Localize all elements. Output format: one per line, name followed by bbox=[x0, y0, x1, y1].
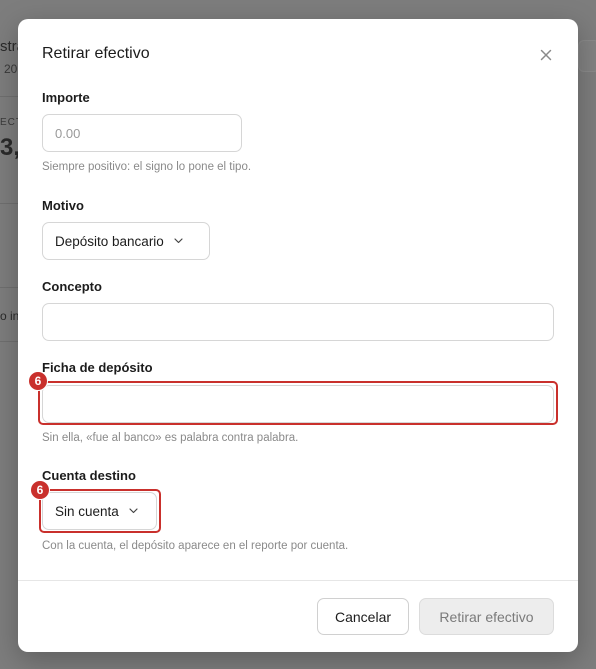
background-text: 20 bbox=[4, 62, 18, 76]
concept-input[interactable] bbox=[42, 303, 554, 341]
amount-input[interactable] bbox=[42, 114, 242, 152]
chevron-down-icon bbox=[174, 237, 183, 246]
cancel-button[interactable]: Cancelar bbox=[317, 598, 409, 635]
reason-select[interactable]: Depósito bancario bbox=[42, 222, 210, 260]
background-divider bbox=[0, 341, 20, 342]
background-text: 3, bbox=[0, 134, 21, 161]
close-icon bbox=[540, 49, 552, 61]
background-divider bbox=[0, 287, 20, 288]
destination-account-label: Cuenta destino bbox=[42, 468, 136, 483]
background-divider bbox=[0, 203, 20, 204]
deposit-slip-hint: Sin ella, «fue al banco» es palabra cont… bbox=[42, 432, 299, 444]
dialog-title: Retirar efectivo bbox=[42, 45, 150, 62]
amount-hint: Siempre positivo: el signo lo pone el ti… bbox=[42, 161, 252, 173]
reason-select-value: Depósito bancario bbox=[55, 233, 164, 249]
destination-account-hint: Con la cuenta, el depósito aparece en el… bbox=[42, 540, 349, 552]
withdraw-cash-button[interactable]: Retirar efectivo bbox=[419, 598, 554, 635]
destination-account-value: Sin cuenta bbox=[55, 503, 119, 519]
amount-label: Importe bbox=[42, 90, 90, 105]
destination-account-select[interactable]: Sin cuenta bbox=[42, 492, 157, 530]
deposit-slip-label: Ficha de depósito bbox=[42, 360, 153, 375]
chevron-down-icon bbox=[129, 507, 138, 516]
footer-divider bbox=[18, 580, 578, 581]
concept-label: Concepto bbox=[42, 279, 102, 294]
reason-label: Motivo bbox=[42, 198, 84, 213]
annotation-badge: 6 bbox=[28, 371, 48, 391]
background-divider bbox=[0, 96, 20, 97]
withdraw-cash-dialog: Retirar efectivo Importe Siempre positiv… bbox=[18, 19, 578, 652]
background-button bbox=[578, 40, 596, 72]
close-button[interactable] bbox=[536, 45, 556, 65]
deposit-slip-input[interactable] bbox=[42, 385, 554, 423]
annotation-badge: 6 bbox=[30, 480, 50, 500]
